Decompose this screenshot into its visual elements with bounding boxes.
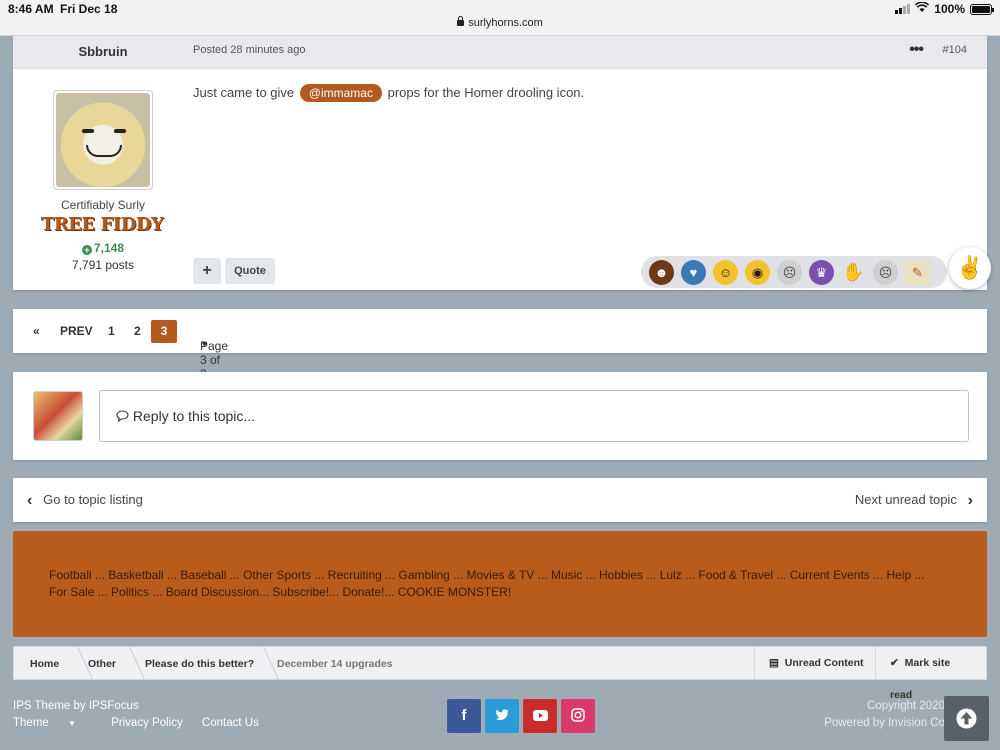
chevron-left-icon: ‹ xyxy=(27,492,33,509)
bevo-icon[interactable]: ✎ xyxy=(905,259,930,285)
privacy-policy-link[interactable]: Privacy Policy xyxy=(111,717,183,729)
current-user-avatar[interactable] xyxy=(33,391,83,441)
post-number-link[interactable]: #104 xyxy=(943,44,967,56)
reaction-bar: ☻ ♥ ☺ ◉ ☹ ♛ ✋ ☹ ✎ xyxy=(641,256,947,288)
topic-navigation: ‹ Go to topic listing Next unread topic … xyxy=(13,478,987,522)
troll-face-icon[interactable]: ☹ xyxy=(873,259,898,285)
avatar-eye xyxy=(114,129,126,133)
breadcrumb-topic[interactable]: Please do this better? xyxy=(145,658,254,670)
smithers-icon[interactable]: ☻ xyxy=(649,259,674,285)
troll-face-avatar-image xyxy=(56,93,150,187)
unread-content-link[interactable]: ▤ Unread Content xyxy=(754,647,878,679)
user-title: Certifiably Surly xyxy=(60,198,146,212)
prev-page-button[interactable]: PREV xyxy=(60,324,93,338)
twitter-icon[interactable] xyxy=(485,699,519,733)
footer-links-line-2[interactable]: For Sale ... Politics ... Board Discussi… xyxy=(49,584,951,601)
troll-icon[interactable]: ☹ xyxy=(777,259,802,285)
pagination: « PREV 1 2 3 Page 3 of 3 ▼ xyxy=(13,309,987,381)
forum-post: Sbbruin Posted 28 minutes ago ••• #104 C… xyxy=(13,36,991,290)
avatar-mouth xyxy=(86,145,122,157)
footer-links-panel: Football ... Basketball ... Baseball ...… xyxy=(13,531,987,637)
caret-down-icon: ▼ xyxy=(68,719,76,728)
multiquote-button[interactable]: + xyxy=(193,258,221,284)
contact-us-link[interactable]: Contact Us xyxy=(202,717,259,729)
next-unread-link[interactable]: Next unread topic › xyxy=(855,492,973,510)
avatar-eye xyxy=(82,129,94,133)
status-date: Fri Dec 18 xyxy=(60,2,118,16)
wifi-icon xyxy=(915,1,930,16)
post-content: Just came to give @immamac props for the… xyxy=(193,84,584,102)
check-icon: ✔ xyxy=(890,657,899,669)
reply-section: Reply to this topic... xyxy=(13,372,987,460)
reply-placeholder: Reply to this topic... xyxy=(132,408,256,424)
copyright-text: Copyright 2020 xyxy=(867,700,945,712)
post-author-name[interactable]: Sbbruin xyxy=(13,44,193,59)
back-to-topics-label: Go to topic listing xyxy=(43,492,143,507)
middle-finger-icon[interactable]: ✋ xyxy=(841,260,866,285)
status-indicators: 100% xyxy=(895,1,994,16)
status-time: 8:46 AM xyxy=(8,2,54,16)
battery-icon xyxy=(970,3,994,15)
page-1-link[interactable]: 1 xyxy=(108,324,115,338)
instagram-icon[interactable] xyxy=(561,699,595,733)
more-options-icon[interactable]: ••• xyxy=(909,41,924,59)
unread-content-label: Unread Content xyxy=(784,657,864,669)
unread-content-icon: ▤ xyxy=(769,657,779,669)
next-unread-label: Next unread topic xyxy=(854,492,957,507)
chevron-right-icon: › xyxy=(967,492,973,509)
author-avatar[interactable] xyxy=(53,90,153,190)
breadcrumb: Home Other Please do this better? Decemb… xyxy=(13,646,987,701)
post-text-before: Just came to give xyxy=(193,85,295,100)
footer-links-line-1[interactable]: Football ... Basketball ... Baseball ...… xyxy=(49,567,951,584)
post-text-after: props for the Homer drooling icon. xyxy=(387,85,585,100)
breadcrumb-current: December 14 upgrades xyxy=(277,658,393,670)
theme-selector-label: Theme xyxy=(13,717,49,729)
horns-icon[interactable]: ✌ xyxy=(949,247,991,289)
page-2-link[interactable]: 2 xyxy=(134,324,141,338)
back-to-topics-link[interactable]: ‹ Go to topic listing xyxy=(27,492,143,510)
user-mention-link[interactable]: @immamac xyxy=(299,84,382,102)
breadcrumb-separator xyxy=(120,647,145,679)
caret-down-icon: ▼ xyxy=(200,339,209,349)
current-page[interactable]: 3 xyxy=(151,320,177,343)
trophy-icon[interactable]: ♛ xyxy=(809,259,834,285)
post-timestamp[interactable]: Posted 28 minutes ago xyxy=(193,44,306,56)
reply-editor[interactable]: Reply to this topic... xyxy=(99,390,969,442)
facebook-icon[interactable]: f xyxy=(447,699,481,733)
rank-badge: TREE FIDDY xyxy=(40,214,164,235)
cellular-signal-icon xyxy=(895,4,911,14)
comment-icon xyxy=(116,408,133,424)
url-text: surlyhorns.com xyxy=(468,17,543,29)
theme-credit[interactable]: IPS Theme by IPSFocus xyxy=(13,700,139,712)
quote-button[interactable]: Quote xyxy=(225,258,275,284)
confused-icon[interactable]: ◉ xyxy=(745,259,770,285)
powered-by-link[interactable]: Powered by Invision Co xyxy=(824,717,945,729)
reputation-badge[interactable]: +7,148 xyxy=(13,241,193,255)
heart-icon[interactable]: ♥ xyxy=(681,259,706,285)
breadcrumb-other[interactable]: Other xyxy=(88,658,116,670)
mark-site-read-label: Mark site read xyxy=(890,657,951,701)
scroll-to-top-button[interactable] xyxy=(944,696,989,741)
address-bar[interactable]: surlyhorns.com xyxy=(0,16,1000,29)
theme-selector[interactable]: Theme ▼ xyxy=(13,717,92,729)
post-header: Sbbruin Posted 28 minutes ago ••• #104 xyxy=(13,36,987,69)
browser-status-bar: 8:46 AM Fri Dec 18 100% surlyhorns.com xyxy=(0,0,1000,36)
battery-percent: 100% xyxy=(934,2,965,16)
breadcrumb-home[interactable]: Home xyxy=(30,658,59,670)
lock-icon xyxy=(457,16,465,26)
breadcrumb-separator xyxy=(254,647,279,679)
mark-site-read-link[interactable]: ✔ Mark site read xyxy=(875,647,986,701)
post-count: 7,791 posts xyxy=(71,258,135,272)
footer-links: Theme ▼ Privacy Policy Contact Us xyxy=(13,717,275,729)
first-page-icon[interactable]: « xyxy=(33,324,40,338)
plus-circle-icon: + xyxy=(81,245,92,255)
reputation-count: 7,148 xyxy=(93,241,125,255)
youtube-icon[interactable] xyxy=(523,699,557,733)
laugh-icon[interactable]: ☺ xyxy=(713,259,738,285)
arrow-up-icon xyxy=(956,708,977,729)
